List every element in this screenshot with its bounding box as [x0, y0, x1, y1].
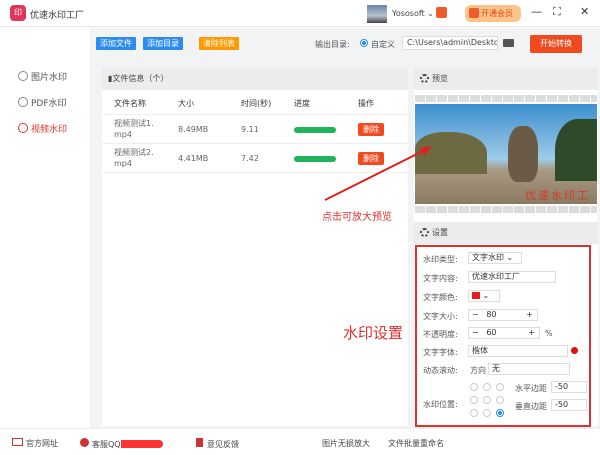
feedback-link[interactable]: 意见反馈 [196, 438, 239, 450]
annotation-arrow [324, 146, 432, 201]
qq-link[interactable]: 客服QQ [80, 438, 163, 450]
settings-hint: 水印设置 [343, 324, 404, 342]
footer: 官方网址 客服QQ 意见反馈 图片无损放大 文件批量重命名 [0, 428, 600, 455]
enlarge-link[interactable]: 图片无损放大 [322, 438, 370, 449]
rename-link[interactable]: 文件批量重命名 [388, 438, 444, 449]
preview-hint: 点击可放大预览 [322, 212, 392, 223]
website-link[interactable]: 官方网址 [12, 438, 58, 449]
